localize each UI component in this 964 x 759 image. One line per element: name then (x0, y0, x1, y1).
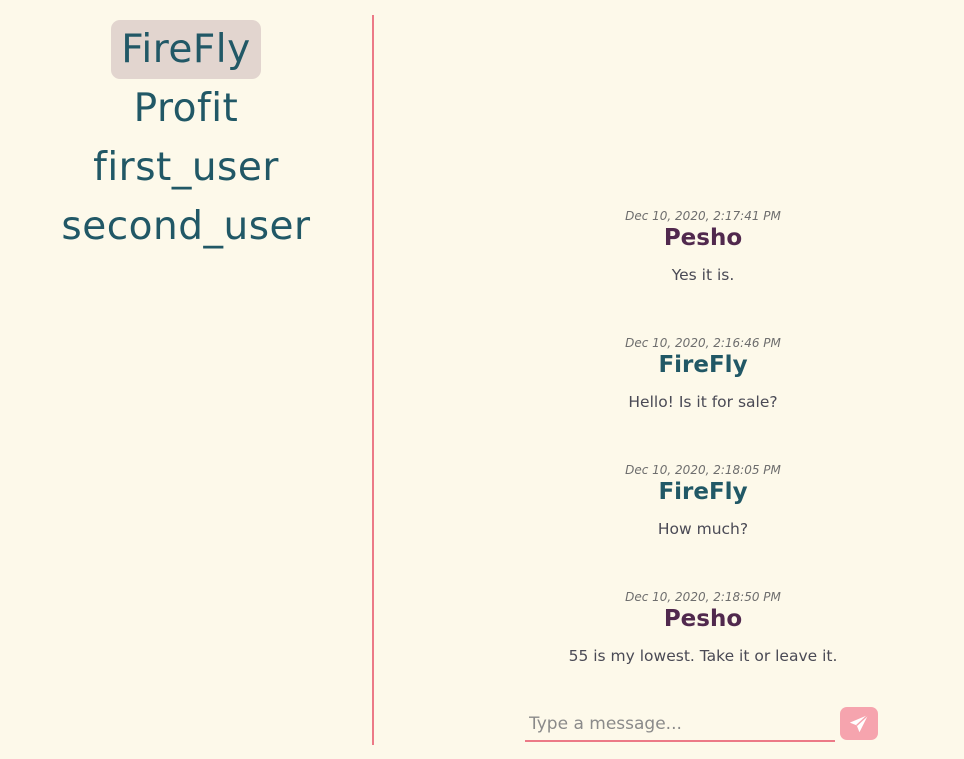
message-text: How much? (657, 520, 749, 538)
message-author: FireFly (658, 352, 748, 378)
message-timestamp: Dec 10, 2020, 2:18:50 PM (625, 590, 781, 604)
chat-app: FireFly Profit first_user second_user De… (0, 0, 964, 759)
send-button[interactable] (840, 707, 878, 740)
contact-firefly[interactable]: FireFly (0, 20, 372, 79)
message: Dec 10, 2020, 2:17:41 PM Pesho Yes it is… (503, 209, 903, 285)
message-timestamp: Dec 10, 2020, 2:18:05 PM (625, 463, 781, 477)
chat-panel: Dec 10, 2020, 2:17:41 PM Pesho Yes it is… (374, 0, 964, 759)
contact-name: second_user (61, 204, 311, 249)
contacts-sidebar: FireFly Profit first_user second_user (0, 0, 372, 759)
contact-name: first_user (93, 145, 279, 190)
message: Dec 10, 2020, 2:16:46 PM FireFly Hello! … (503, 336, 903, 412)
contact-second-user[interactable]: second_user (0, 197, 372, 256)
paper-plane-icon (849, 713, 869, 732)
message-text: Yes it is. (671, 266, 735, 284)
message-author: FireFly (658, 479, 748, 505)
contacts-list: FireFly Profit first_user second_user (0, 20, 372, 256)
contact-name: FireFly (111, 20, 261, 79)
message-author: Pesho (663, 606, 743, 632)
contact-first-user[interactable]: first_user (0, 138, 372, 197)
message-text: 55 is my lowest. Take it or leave it. (568, 647, 838, 665)
message-text: Hello! Is it for sale? (628, 393, 778, 411)
message-timestamp: Dec 10, 2020, 2:16:46 PM (625, 336, 781, 350)
contact-profit[interactable]: Profit (0, 79, 372, 138)
contact-name: Profit (133, 86, 239, 131)
message: Dec 10, 2020, 2:18:50 PM Pesho 55 is my … (503, 590, 903, 666)
message: Dec 10, 2020, 2:18:05 PM FireFly How muc… (503, 463, 903, 539)
message-author: Pesho (663, 225, 743, 251)
message-timestamp: Dec 10, 2020, 2:17:41 PM (625, 209, 781, 223)
message-input[interactable] (525, 708, 835, 742)
